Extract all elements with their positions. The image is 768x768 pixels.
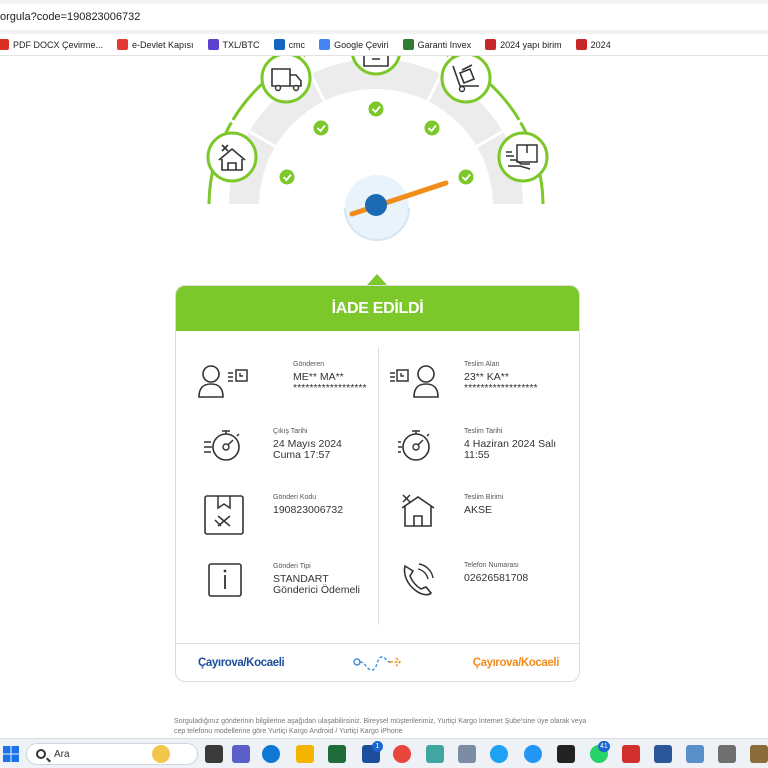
bookmarks-bar: PDF DOCX Çevirme... e-Devlet Kapısı TXL/… (0, 34, 768, 56)
phone-label: Telefon Numarası (464, 562, 519, 569)
check-icon (313, 120, 329, 136)
translate-icon (319, 39, 331, 50)
taskbar-search[interactable]: Ara (26, 743, 198, 765)
route-icon (353, 656, 401, 671)
phone-icon (403, 563, 434, 596)
departure-date-value: 24 Mayıs 2024 Cuma 17:57 (273, 438, 342, 461)
delivery-branch-label: Teslim Birimi (464, 494, 504, 501)
store-icon[interactable] (328, 745, 346, 763)
step-hand-truck-icon (440, 56, 492, 104)
departure-date-row: Çıkış Tarihi 24 Mayıs 2024 Cuma 17:57 (204, 428, 404, 488)
shipment-details: Gönderen ME** MA** ****************** Çık… (176, 331, 579, 643)
shipment-type-row: Gönderi Tipi STANDART Gönderici Ödemeli (208, 563, 408, 623)
calendar-icon (575, 39, 587, 50)
bookmark-cmc[interactable]: cmc (273, 39, 305, 50)
cmc-icon (273, 39, 285, 50)
package-icon (204, 495, 244, 535)
delivery-date-row: Teslim Tarihi 4 Haziran 2024 Salı 11:55 (398, 428, 579, 488)
stopwatch-icon (204, 430, 240, 461)
search-icon (36, 749, 46, 759)
status-title: İADE EDİLDİ (176, 286, 579, 331)
step-truck-icon (260, 56, 312, 104)
sticky-notes-icon[interactable] (557, 745, 575, 763)
sender-row: Gönderen ME** MA** ****************** (196, 361, 396, 421)
taskbar: Ara 1 41 (0, 738, 768, 768)
teams-icon[interactable] (232, 745, 250, 763)
tracking-gauge (206, 56, 549, 241)
check-icon (279, 169, 295, 185)
calendar-icon (485, 39, 497, 50)
word-icon[interactable] (654, 745, 672, 763)
bookmark-txl-btc[interactable]: TXL/BTC (207, 39, 260, 50)
info-icon (208, 563, 242, 597)
shipment-card: İADE EDİLDİ Gönderen ME** MA** **********… (175, 285, 580, 682)
sender-label: Gönderen (293, 361, 325, 368)
photos-icon[interactable] (686, 745, 704, 763)
acrobat-icon[interactable] (622, 745, 640, 763)
task-view-icon[interactable] (205, 745, 223, 763)
edevlet-icon (117, 39, 129, 50)
bookmark-2024[interactable]: 2024 (575, 39, 611, 50)
hexagon-icon (207, 39, 219, 50)
page-content: İADE EDİLDİ Gönderen ME** MA** **********… (0, 56, 768, 738)
shipment-type-label: Gönderi Tipi (273, 563, 311, 570)
shipment-code-value: 190823006732 (273, 504, 344, 516)
mail-badge: 1 (372, 741, 383, 752)
url-text[interactable]: orgula?code=190823006732 (0, 11, 140, 23)
weather-widget-icon[interactable] (152, 745, 170, 763)
delivery-date-value: 4 Haziran 2024 Salı 11:55 (464, 438, 557, 461)
delivery-date-label: Teslim Tarihi (464, 428, 503, 435)
receiver-value: 23** KA** ****************** (464, 371, 538, 394)
origin-city: Çayırova/Kocaeli (198, 657, 285, 669)
edge-icon[interactable] (262, 745, 280, 763)
clover-icon (402, 39, 414, 50)
check-icon (424, 120, 440, 136)
destination-city: Çayırova/Kocaeli (472, 657, 560, 669)
whatsapp-badge: 41 (598, 741, 610, 752)
file-explorer-icon[interactable] (296, 745, 314, 763)
info-footnote: Sorguladığınız gönderinin bilgilerine aş… (174, 718, 587, 735)
delivery-branch-row: Teslim Birimi AKSE (402, 494, 579, 554)
bookmark-pdf-docx[interactable]: PDF DOCX Çevirme... (0, 39, 103, 50)
app-icon[interactable] (750, 745, 768, 763)
bookmark-yapi-birim[interactable]: 2024 yapı birim (485, 39, 562, 50)
step-delivered-package-icon (497, 131, 549, 183)
taskbar-search-label: Ara (54, 749, 70, 760)
check-icon (458, 169, 474, 185)
route-footer: Çayırova/Kocaeli Çayırova/Kocaeli (176, 643, 579, 681)
shipment-type-value: STANDART Gönderici Ödemeli (273, 573, 360, 596)
receiver-row: Teslim Alan 23** KA** ****************** (388, 361, 579, 421)
stopwatch-icon (398, 430, 430, 461)
card-pointer (367, 274, 387, 285)
departure-date-label: Çıkış Tarihi (273, 428, 308, 435)
bookmark-edevlet[interactable]: e-Devlet Kapısı (117, 39, 194, 50)
sender-person-icon (198, 365, 248, 398)
screen: orgula?code=190823006732 PDF DOCX Çevirm… (0, 0, 768, 768)
phone-value: 02626581708 (464, 572, 529, 584)
step-warehouse-icon (206, 131, 258, 183)
gauge-center (365, 194, 387, 216)
calculator-icon[interactable] (718, 745, 736, 763)
windows-start-icon[interactable] (3, 746, 19, 762)
chrome-icon[interactable] (393, 745, 411, 763)
teamviewer-icon[interactable] (524, 745, 542, 763)
snipping-tool-icon[interactable] (426, 745, 444, 763)
shipment-code-row: Gönderi Kodu 190823006732 (204, 494, 404, 554)
bookmark-google-ceviri[interactable]: Google Çeviri (319, 39, 389, 50)
receiver-person-icon (390, 365, 439, 398)
check-icon (368, 101, 384, 117)
network-icon[interactable] (458, 745, 476, 763)
bookmark-garanti[interactable]: Garanti Invex (402, 39, 471, 50)
sender-value: ME** MA** ****************** (293, 371, 367, 394)
address-bar[interactable]: orgula?code=190823006732 (0, 0, 768, 34)
phone-row: Telefon Numarası 02626581708 (401, 562, 579, 622)
branch-icon (402, 494, 435, 527)
receiver-label: Teslim Alan (464, 361, 500, 368)
delivery-branch-value: AKSE (464, 504, 493, 516)
pdf-icon (0, 39, 9, 50)
twitter-icon[interactable] (490, 745, 508, 763)
shipment-code-label: Gönderi Kodu (273, 494, 317, 501)
